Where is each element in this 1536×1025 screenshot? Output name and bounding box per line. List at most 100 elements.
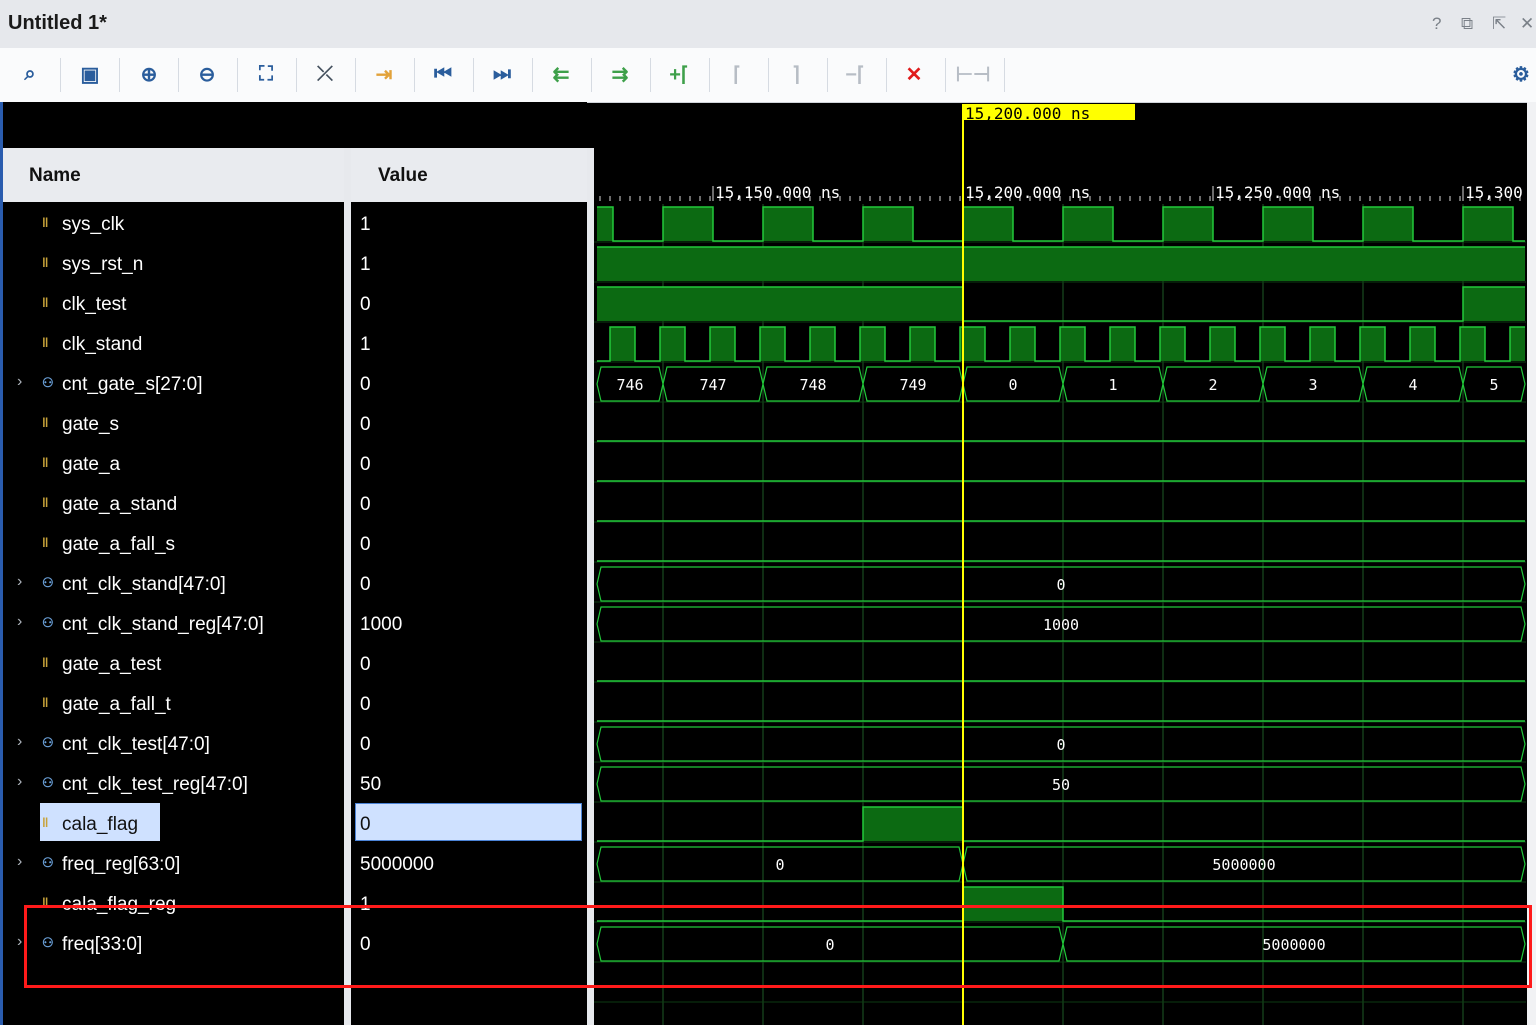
- expand-chevron-icon[interactable]: ›: [17, 613, 22, 631]
- column-divider[interactable]: [344, 148, 351, 1025]
- settings-gear-icon[interactable]: ⚙: [1506, 59, 1536, 89]
- save-icon[interactable]: ▣: [75, 59, 105, 89]
- cnt-gate-s-value-label: 748: [799, 376, 826, 394]
- signal-value: 1: [360, 254, 371, 275]
- cnt-clk-test-reg-value-label: 50: [1052, 776, 1070, 794]
- zoom-out-icon[interactable]: ⊖: [192, 59, 222, 89]
- cnt-gate-s-value-label: 747: [699, 376, 726, 394]
- signal-row[interactable]: › ⚇ cnt_clk_test[47:0]: [3, 724, 343, 764]
- close-icon[interactable]: ✕: [1520, 14, 1534, 34]
- search-icon[interactable]: ⌕: [15, 59, 45, 89]
- toolbar-separator: [60, 58, 61, 92]
- signal-value: 0: [360, 694, 371, 715]
- selected-value-highlight: [355, 803, 582, 841]
- expand-chevron-icon[interactable]: ›: [17, 933, 22, 951]
- signal-value: 5000000: [360, 854, 434, 875]
- clk-stand-high-fill: [910, 327, 935, 361]
- cursor-snap-icon[interactable]: ⤫: [310, 59, 340, 89]
- expand-chevron-icon[interactable]: ›: [17, 853, 22, 871]
- bus-signal-icon: ⚇: [42, 935, 54, 950]
- sys-clk-high-fill: [663, 207, 713, 241]
- clk-stand-high-fill: [660, 327, 685, 361]
- clk-stand-high-fill: [1310, 327, 1335, 361]
- signal-row[interactable]: ǁ gate_a_fall_t: [3, 684, 343, 724]
- wire-signal-icon: ǁ: [42, 335, 49, 350]
- previous-transition-icon[interactable]: ⇇: [546, 59, 576, 89]
- clk-stand-high-fill: [1010, 327, 1035, 361]
- clk-test-high-fill: [597, 287, 963, 321]
- clk-stand-high-fill: [1360, 327, 1385, 361]
- signal-name: freq[33:0]: [62, 934, 143, 955]
- sys-rst-n-high-fill: [597, 247, 1525, 281]
- signal-row[interactable]: › ⚇ cnt_clk_stand_reg[47:0]: [3, 604, 343, 644]
- signal-row[interactable]: › ⚇ cnt_clk_test_reg[47:0]: [3, 764, 343, 804]
- clk-stand-high-fill: [1510, 327, 1525, 361]
- signal-value: 0: [360, 494, 371, 515]
- wire-signal-icon: ǁ: [42, 655, 49, 670]
- signal-row[interactable]: ǁ cala_flag_reg: [3, 884, 343, 924]
- vertical-scrollbar[interactable]: [1527, 102, 1536, 1025]
- signal-row[interactable]: ǁ gate_a: [3, 444, 343, 484]
- bus-signal-icon: ⚇: [42, 615, 54, 630]
- cala-flag-trace: [597, 806, 1525, 842]
- signal-row[interactable]: ǁ gate_s: [3, 404, 343, 444]
- sys-clk-high-fill: [1263, 207, 1313, 241]
- expand-chevron-icon[interactable]: ›: [17, 773, 22, 791]
- cnt-gate-s-value-label: 749: [899, 376, 926, 394]
- signal-row[interactable]: ǁ clk_stand: [3, 324, 343, 364]
- swap-cursors-icon[interactable]: ⊢⊣: [956, 59, 991, 89]
- clk-stand-high-fill: [1060, 327, 1085, 361]
- previous-marker-icon[interactable]: ⌈: [722, 59, 752, 89]
- signal-row[interactable]: ǁ gate_a_test: [3, 644, 343, 684]
- clk-stand-high-fill: [710, 327, 735, 361]
- delete-all-markers-icon[interactable]: ✕: [899, 59, 929, 89]
- toolbar-separator: [355, 58, 356, 92]
- sys-clk-high-fill: [963, 207, 1013, 241]
- signal-row[interactable]: ǁ gate_a_fall_s: [3, 524, 343, 564]
- restore-icon[interactable]: ⧉: [1461, 14, 1473, 34]
- value-column-header[interactable]: Value: [351, 148, 587, 202]
- signal-row[interactable]: ǁ cala_flag: [3, 804, 343, 844]
- signal-row[interactable]: › ⚇ cnt_gate_s[27:0]: [3, 364, 343, 404]
- signal-row[interactable]: › ⚇ cnt_clk_stand[47:0]: [3, 564, 343, 604]
- add-marker-icon[interactable]: +⌈: [664, 59, 694, 89]
- signal-row[interactable]: ǁ gate_a_stand: [3, 484, 343, 524]
- zoom-in-icon[interactable]: ⊕: [134, 59, 164, 89]
- toolbar-separator: [827, 58, 828, 92]
- signal-name: freq_reg[63:0]: [62, 854, 181, 875]
- waveform-view[interactable]: 15,150.000 ns 15,200.000 ns 15,250.000 ns 1…: [594, 102, 1526, 1025]
- time-tick-label: 15,300: [1465, 183, 1523, 202]
- sys-clk-high-fill: [1163, 207, 1213, 241]
- signal-row[interactable]: ǁ clk_test: [3, 284, 343, 324]
- name-column-header[interactable]: Name: [3, 148, 344, 202]
- signal-row[interactable]: › ⚇ freq_reg[63:0]: [3, 844, 343, 884]
- cursor-time-label: 15,200.000 ns: [965, 104, 1090, 123]
- expand-chevron-icon[interactable]: ›: [17, 733, 22, 751]
- signal-value: 0: [360, 534, 371, 555]
- wire-signal-icon: ǁ: [42, 295, 49, 310]
- signal-value: 0: [360, 454, 371, 475]
- signal-row[interactable]: ǁ sys_clk: [3, 204, 343, 244]
- help-icon[interactable]: ?: [1432, 14, 1441, 34]
- cnt-clk-stand-value-label: 0: [1056, 576, 1065, 594]
- float-icon[interactable]: ⇱: [1492, 14, 1506, 34]
- signal-row[interactable]: › ⚇ freq[33:0]: [3, 924, 343, 964]
- delete-marker-icon[interactable]: −⌈: [840, 59, 870, 89]
- time-tick-label: 15,200.000 ns: [965, 183, 1090, 202]
- go-to-last-time-icon[interactable]: ⏭: [487, 59, 517, 89]
- go-to-cursor-icon[interactable]: ⇥: [369, 59, 399, 89]
- bus-signal-icon: ⚇: [42, 735, 54, 750]
- next-transition-icon[interactable]: ⇉: [605, 59, 635, 89]
- signal-row[interactable]: ǁ sys_rst_n: [3, 244, 343, 284]
- pane-divider[interactable]: [587, 148, 594, 1025]
- next-marker-icon[interactable]: ⌉: [781, 59, 811, 89]
- signal-name: gate_a_fall_t: [62, 694, 171, 715]
- wire-signal-icon: ǁ: [42, 895, 49, 910]
- go-to-time-zero-icon[interactable]: ⏮: [428, 59, 458, 89]
- zoom-fit-icon[interactable]: ⛶: [251, 59, 281, 89]
- wire-signal-icon: ǁ: [42, 495, 49, 510]
- expand-chevron-icon[interactable]: ›: [17, 573, 22, 591]
- freq-reg-value-label: 5000000: [1212, 856, 1275, 874]
- expand-chevron-icon[interactable]: ›: [17, 373, 22, 391]
- toolbar-separator: [237, 58, 238, 92]
